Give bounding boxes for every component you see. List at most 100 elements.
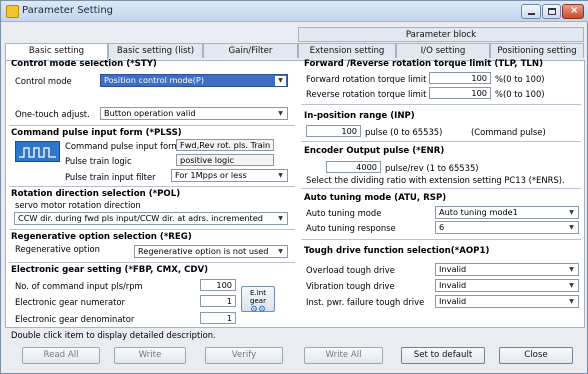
chevron-down-icon: ▼ (569, 266, 574, 273)
chevron-down-icon: ▼ (569, 209, 574, 216)
divider (301, 188, 581, 189)
one-touch-select[interactable]: Button operation valid ▼ (100, 107, 288, 120)
torque-rev-input[interactable]: 100 (429, 87, 491, 99)
torque-rev-label: Reverse rotation torque limit (306, 89, 427, 99)
write-button[interactable]: Write (114, 347, 186, 364)
chevron-down-icon: ▼ (569, 298, 574, 305)
regen-group-title: Regenerative option selection (*REG) (11, 232, 192, 242)
control-mode-label: Control mode (15, 76, 72, 86)
tab-parameter-block[interactable]: Parameter block (298, 27, 584, 42)
regen-option-value: Regenerative option is not used (138, 246, 269, 256)
pulse-form-field[interactable]: Fwd,Rev rot. pls. Train (176, 139, 274, 151)
divider (9, 262, 295, 263)
divider (9, 186, 295, 187)
chevron-down-icon: ▼ (278, 172, 283, 179)
overload-value: Invalid (439, 264, 467, 274)
tab-basic-setting-list[interactable]: Basic setting (list) (108, 43, 203, 58)
regen-option-select[interactable]: Regenerative option is not used ▼ (134, 245, 288, 258)
overload-select[interactable]: Invalid ▼ (435, 263, 579, 276)
divider (301, 141, 581, 142)
close-button[interactable]: Close (499, 347, 573, 364)
tab-extension-setting[interactable]: Extension setting (298, 43, 396, 58)
gear-group-title: Electronic gear setting (*FBP, CMX, CDV) (11, 265, 209, 275)
gear-numerator-input[interactable]: 1 (200, 295, 236, 307)
write-all-button[interactable]: Write All (304, 347, 383, 364)
gear-denominator-label: Electronic gear denominator (15, 314, 135, 324)
autotune-mode-value: Auto tuning mode1 (439, 207, 518, 217)
inst-pwr-select[interactable]: Invalid ▼ (435, 295, 579, 308)
pulse-filter-value: For 1Mpps or less (175, 170, 247, 180)
chevron-down-icon: ▼ (278, 248, 283, 255)
chevron-down-icon: ▼ (278, 110, 283, 117)
rotation-direction-value: CCW dir. during fwd pls input/CCW dir. a… (18, 213, 263, 223)
autotune-mode-select[interactable]: Auto tuning mode1 ▼ (435, 206, 579, 219)
status-text: Double click item to display detailed de… (11, 330, 216, 340)
chevron-down-icon: ▼ (569, 224, 574, 231)
vibration-label: Vibration tough drive (306, 281, 395, 291)
encoder-input[interactable]: 4000 (326, 161, 381, 173)
pulse-filter-label: Pulse train input filter (65, 172, 156, 182)
rotation-group-title: Rotation direction selection (*POL) (11, 189, 181, 199)
maximize-button[interactable] (542, 4, 561, 19)
gear-icon: ⚙⚙ (249, 305, 267, 315)
torque-fwd-label: Forward rotation torque limit (306, 74, 427, 84)
encoder-note: Select the dividing ratio with extension… (306, 175, 565, 185)
chevron-down-icon: ▼ (278, 215, 283, 222)
inpos-input[interactable]: 100 (306, 125, 361, 137)
autotune-resp-label: Auto tuning response (306, 223, 396, 233)
encoder-unit: pulse/rev (1 to 65535) (385, 163, 479, 173)
one-touch-label: One-touch adjust. (15, 109, 90, 119)
close-icon: × (570, 5, 579, 16)
divider (301, 239, 581, 240)
inpos-unit: pulse (0 to 65535) (365, 127, 443, 137)
control-mode-select[interactable]: Position control mode(P) ▼ (100, 74, 288, 87)
gear-denominator-input[interactable]: 1 (200, 312, 236, 324)
autotune-mode-label: Auto tuning mode (306, 208, 382, 218)
pulse-logic-label: Pulse train logic (65, 156, 132, 166)
torque-fwd-input[interactable]: 100 (429, 72, 491, 84)
gear-button-label: E.Int gear (250, 289, 266, 305)
rotation-direction-select[interactable]: CCW dir. during fwd pls input/CCW dir. a… (14, 212, 288, 225)
tab-basic-setting[interactable]: Basic setting (5, 43, 108, 60)
app-icon (6, 5, 19, 18)
set-default-button[interactable]: Set to default (401, 347, 485, 364)
tab-io-setting[interactable]: I/O setting (396, 43, 490, 58)
autotune-resp-value: 6 (439, 222, 445, 232)
autotune-group-title: Auto tuning mode (ATU, RSP) (304, 193, 447, 203)
pulse-train-icon (15, 141, 60, 162)
inpos-note: (Command pulse) (471, 127, 546, 137)
control-mode-group-title: Control mode selection (*STY) (11, 59, 157, 69)
vibration-select[interactable]: Invalid ▼ (435, 279, 579, 292)
pulse-logic-field[interactable]: positive logic (176, 154, 274, 166)
gear-setting-button[interactable]: E.Int gear ⚙⚙ (241, 286, 275, 315)
gear-pls-input[interactable]: 100 (200, 279, 236, 291)
read-all-button[interactable]: Read All (22, 347, 100, 364)
minimize-button[interactable] (521, 4, 541, 19)
tab-gain-filter[interactable]: Gain/Filter (203, 43, 298, 58)
encoder-group-title: Encoder Output pulse (*ENR) (304, 146, 445, 156)
divider (301, 104, 581, 105)
window-title: Parameter Setting (22, 5, 114, 16)
inpos-group-title: In-position range (INP) (304, 111, 415, 121)
close-window-button[interactable]: × (562, 4, 584, 19)
chevron-down-icon: ▼ (275, 76, 286, 86)
title-bar: Parameter Setting × (1, 1, 588, 22)
inst-pwr-value: Invalid (439, 296, 467, 306)
parameter-setting-window: Parameter Setting × Parameter block Basi… (0, 0, 588, 374)
tab-positioning-setting[interactable]: Positioning setting (490, 43, 584, 58)
pulse-filter-select[interactable]: For 1Mpps or less ▼ (171, 169, 288, 182)
one-touch-value: Button operation valid (104, 108, 196, 118)
control-mode-value: Position control mode(P) (104, 75, 205, 85)
gear-pls-label: No. of command input pls/rpm (15, 281, 143, 291)
torque-rev-unit: %(0 to 100) (495, 89, 545, 99)
pulse-input-group-title: Command pulse input form (*PLSS) (11, 128, 182, 138)
inst-pwr-label: Inst. pwr. failure tough drive (306, 297, 425, 307)
divider (9, 125, 295, 126)
verify-button[interactable]: Verify (205, 347, 283, 364)
vibration-value: Invalid (439, 280, 467, 290)
chevron-down-icon: ▼ (569, 282, 574, 289)
pulse-form-label: Command pulse input form (65, 141, 180, 151)
tough-group-title: Tough drive function selection(*AOP1) (304, 246, 490, 256)
autotune-resp-select[interactable]: 6 ▼ (435, 221, 579, 234)
torque-group-title: Forward /Reverse rotation torque limit (… (304, 59, 544, 69)
